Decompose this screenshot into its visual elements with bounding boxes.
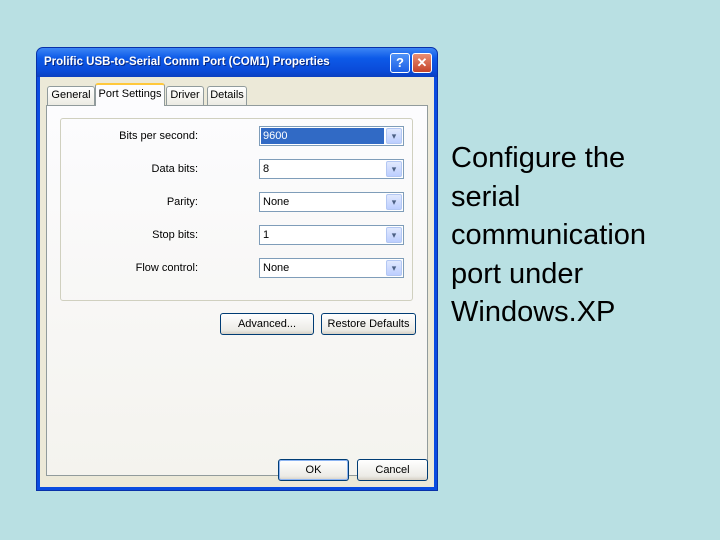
chevron-down-icon[interactable]: ▾ [386,128,402,144]
bits-per-second-select[interactable]: 9600 ▾ [259,126,404,146]
caption-line: Configure the [451,142,626,174]
data-bits-select[interactable]: 8 ▾ [259,159,404,179]
close-button[interactable]: ✕ [412,53,432,73]
stop-bits-label: Stop bits: [152,229,198,241]
stop-bits-value: 1 [263,229,270,241]
chevron-down-icon[interactable]: ▾ [386,227,402,243]
flow-control-label: Flow control: [135,262,198,274]
chevron-down-icon[interactable]: ▾ [386,161,402,177]
close-icon: ✕ [416,55,428,70]
tab-driver[interactable]: Driver [166,86,204,105]
dialog-title: Prolific USB-to-Serial Comm Port (COM1) … [44,56,330,68]
bits-per-second-label: Bits per second: [119,130,198,142]
flow-control-select[interactable]: None ▾ [259,258,404,278]
caption-line: port under [451,257,584,290]
chevron-down-icon[interactable]: ▾ [386,194,402,210]
advanced-button[interactable]: Advanced... [220,313,314,335]
parity-value: None [263,196,290,208]
cancel-button[interactable]: Cancel [357,459,428,481]
help-button[interactable]: ? [390,53,410,73]
parity-label: Parity: [166,196,198,208]
data-bits-label: Data bits: [151,163,198,175]
port-settings-panel: Bits per second: 9600 ▾ Data bits: 8 ▾ P… [46,105,428,476]
caption-line: Windows.XP [451,296,616,328]
dialog-client-area: General Port Settings Driver Details Bit… [40,77,434,487]
settings-group: Bits per second: 9600 ▾ Data bits: 8 ▾ P… [60,118,413,301]
data-bits-value: 8 [263,163,270,175]
properties-dialog: Prolific USB-to-Serial Comm Port (COM1) … [36,47,438,491]
caption-line: communication [451,219,647,251]
restore-defaults-button[interactable]: Restore Defaults [321,313,416,335]
tab-details[interactable]: Details [207,86,247,105]
parity-select[interactable]: None ▾ [259,192,404,212]
tab-port-settings[interactable]: Port Settings [95,83,165,106]
chevron-down-icon[interactable]: ▾ [386,260,402,276]
stop-bits-select[interactable]: 1 ▾ [259,225,404,245]
flow-control-value: None [263,262,290,274]
bits-per-second-value: 9600 [261,128,384,144]
title-bar[interactable]: Prolific USB-to-Serial Comm Port (COM1) … [37,48,437,77]
slide-caption: Configure the serial communication port … [451,139,713,332]
ok-button[interactable]: OK [278,459,349,481]
tab-general[interactable]: General [47,86,95,105]
caption-line: serial [451,180,521,213]
